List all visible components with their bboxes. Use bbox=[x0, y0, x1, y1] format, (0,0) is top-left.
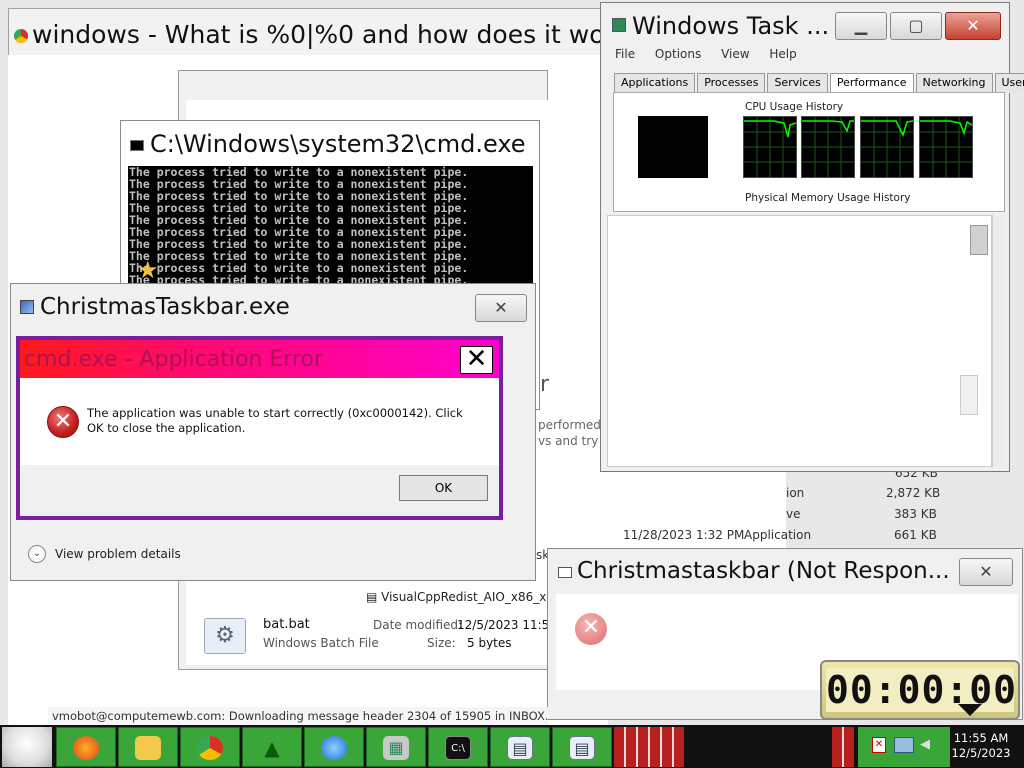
close-button[interactable]: ✕ bbox=[945, 12, 1001, 40]
tab-processes[interactable]: Processes bbox=[697, 73, 766, 93]
size-value: 5 bytes bbox=[467, 636, 512, 650]
christmas-taskbar-icon bbox=[20, 300, 34, 314]
taskbar-date: 12/5/2023 bbox=[951, 746, 1011, 760]
bat-file-type: Windows Batch File bbox=[263, 636, 379, 650]
warning-tray-icon[interactable]: ✕ bbox=[872, 737, 886, 753]
menu-help[interactable]: Help bbox=[769, 47, 796, 61]
taskbar-time: 11:55 AM bbox=[953, 731, 1009, 745]
task-manager-menubar: File Options View Help bbox=[615, 47, 813, 61]
error-message: The application was unable to start corr… bbox=[87, 406, 463, 435]
tab-services[interactable]: Services bbox=[767, 73, 828, 93]
file-size: 661 KB bbox=[894, 528, 937, 542]
task-manager-blank-area bbox=[607, 215, 992, 467]
star-icon: ★ bbox=[137, 256, 159, 284]
file-icon: ▤ bbox=[366, 590, 382, 604]
minimize-button[interactable]: ▁ bbox=[835, 12, 887, 40]
close-button[interactable]: ✕ bbox=[959, 558, 1013, 586]
bat-file-name[interactable]: bat.bat bbox=[263, 617, 310, 632]
chevron-down-icon[interactable]: ⌄ bbox=[28, 545, 46, 563]
christmas-taskbar-title: ChristmasTaskbar.exe bbox=[40, 294, 290, 320]
application-error-title: cmd.exe - Application Error bbox=[24, 347, 323, 372]
error-icon: ✕ bbox=[575, 613, 607, 645]
firefox-icon bbox=[73, 736, 99, 760]
scrollbar[interactable] bbox=[992, 215, 1006, 467]
taskbar-decoration bbox=[832, 727, 854, 767]
maximize-button[interactable]: ▢ bbox=[890, 12, 942, 40]
error-icon: ✕ bbox=[47, 406, 79, 438]
close-button[interactable]: ✕ bbox=[460, 346, 493, 374]
file-name[interactable]: ▤ VisualCppRedist_AIO_x86_x64.e bbox=[366, 590, 573, 604]
window-icon: ▤ bbox=[507, 736, 533, 760]
not-responding-title: Christmastaskbar (Not Respon... bbox=[577, 558, 950, 584]
modified-value: 12/5/2023 11:52 bbox=[457, 618, 557, 632]
christmas-tree-icon: ▲ bbox=[264, 736, 280, 760]
memory-usage-label: Physical Memory Usage History bbox=[745, 192, 911, 204]
taskbar-decoration bbox=[614, 727, 684, 767]
task-manager-title: Windows Task ... bbox=[632, 12, 830, 40]
partial-title: r bbox=[540, 372, 550, 397]
tab-networking[interactable]: Networking bbox=[915, 73, 993, 93]
modified-label: Date modified: bbox=[373, 618, 463, 632]
taskbar-clock[interactable]: 11:55 AM 12/5/2023 bbox=[946, 731, 1016, 761]
file-type: Application bbox=[744, 528, 812, 542]
thunderbird-icon bbox=[321, 736, 347, 760]
email-status-bar: vmobot@computemewb.com: Downloading mess… bbox=[48, 707, 548, 725]
file-type: ion bbox=[786, 486, 805, 500]
cmd-window-title: C:\Windows\system32\cmd.exe bbox=[150, 130, 526, 158]
folder-icon bbox=[135, 736, 161, 760]
chrome-icon bbox=[197, 736, 223, 760]
menu-options[interactable]: Options bbox=[655, 47, 701, 61]
volume-tray-icon[interactable]: ◀ bbox=[920, 737, 934, 753]
window-icon bbox=[558, 567, 572, 578]
file-size: 383 KB bbox=[894, 507, 937, 521]
cpu-usage-label: CPU Usage History bbox=[745, 101, 844, 113]
file-size: 2,872 KB bbox=[886, 486, 941, 500]
file-date: 11/28/2023 1:32 PM bbox=[623, 528, 745, 542]
cmd-icon bbox=[130, 140, 144, 151]
menu-file[interactable]: File bbox=[615, 47, 635, 61]
cpu-history-graph bbox=[801, 116, 855, 178]
start-button-santa-icon[interactable] bbox=[2, 727, 52, 767]
ok-button[interactable]: OK bbox=[399, 475, 488, 501]
window-icon: ▤ bbox=[569, 736, 595, 760]
task-manager-tabs: Applications Processes Services Performance… bbox=[614, 71, 1024, 95]
task-manager-icon: ▦ bbox=[383, 736, 409, 760]
cpu-history-graph bbox=[919, 116, 973, 178]
cpu-history-graph bbox=[743, 116, 797, 178]
tab-applications[interactable]: Applications bbox=[614, 73, 696, 93]
view-problem-details-link[interactable]: View problem details bbox=[55, 547, 181, 561]
gear-file-icon: ⚙ bbox=[204, 618, 246, 654]
cpu-usage-meter bbox=[638, 116, 708, 178]
scrollbar-thumb[interactable] bbox=[970, 225, 988, 255]
close-button[interactable]: ✕ bbox=[475, 294, 527, 322]
file-type: ve bbox=[786, 507, 801, 521]
clock-display: 00:00:00 bbox=[826, 668, 1018, 712]
cmd-icon: C:\ bbox=[445, 736, 471, 760]
size-label: Size: bbox=[427, 636, 456, 650]
network-tray-icon[interactable] bbox=[894, 737, 914, 753]
browser-window-title: windows - What is %0|%0 and how does it … bbox=[14, 20, 643, 49]
chrome-icon bbox=[14, 29, 28, 43]
input-box[interactable] bbox=[960, 375, 978, 415]
clock-pointer-icon bbox=[958, 704, 982, 716]
task-manager-icon bbox=[612, 18, 626, 32]
cpu-history-graph bbox=[860, 116, 914, 178]
tab-users[interactable]: Users bbox=[994, 73, 1024, 93]
menu-view[interactable]: View bbox=[721, 47, 749, 61]
